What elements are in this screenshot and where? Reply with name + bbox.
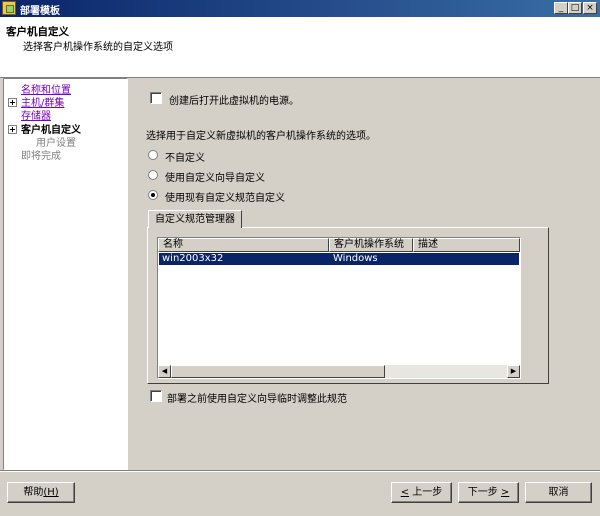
column-header-description[interactable]: 描述: [413, 238, 520, 252]
radio-no-customize[interactable]: [148, 150, 158, 160]
radio-existing-spec[interactable]: [148, 190, 158, 200]
help-button[interactable]: 帮助(H): [7, 482, 75, 503]
wizard-header: 客户机自定义 选择客户机操作系统的自定义选项: [0, 17, 600, 78]
help-label: 帮助: [23, 487, 44, 498]
spec-manager-panel: 名称 客户机操作系统 描述 win2003x32 Windows ◀ ▶: [147, 227, 549, 384]
radio-wizard-customize[interactable]: [148, 170, 158, 180]
power-on-checkbox[interactable]: [150, 92, 162, 104]
maximize-button[interactable]: □: [568, 2, 582, 14]
title-bar[interactable]: 部署模板 _ □ ×: [0, 0, 600, 17]
scroll-left-icon[interactable]: ◀: [158, 365, 171, 378]
main-content: 创建后打开此虚拟机的电源。 选择用于自定义新虚拟机的客户机操作系统的选项。 不自…: [131, 78, 597, 470]
back-label: 上一步: [412, 487, 443, 498]
deploy-template-window: 部署模板 _ □ × 客户机自定义 选择客户机操作系统的自定义选项 名称和位置 …: [0, 0, 600, 515]
next-label: 下一步: [467, 487, 498, 498]
adjust-spec-checkbox[interactable]: [150, 390, 162, 402]
column-header-guest-os[interactable]: 客户机操作系统: [329, 238, 413, 252]
close-button[interactable]: ×: [583, 2, 597, 14]
back-button[interactable]: < 上一步: [391, 482, 452, 503]
horizontal-scrollbar[interactable]: ◀ ▶: [158, 365, 520, 378]
expand-plus-icon[interactable]: [8, 98, 17, 107]
scroll-right-icon[interactable]: ▶: [507, 365, 520, 378]
cancel-button[interactable]: 取消: [525, 482, 592, 503]
radio-label-wizard-customize[interactable]: 使用自定义向导自定义: [165, 169, 265, 184]
table-row[interactable]: win2003x32 Windows: [159, 253, 519, 265]
template-icon: [2, 1, 16, 15]
back-key: <: [400, 487, 410, 498]
scroll-thumb[interactable]: [171, 365, 385, 378]
row-name-cell: win2003x32: [162, 253, 224, 264]
page-title: 客户机自定义: [6, 26, 69, 38]
next-key: >: [500, 487, 510, 498]
nav-item-storage[interactable]: 存储器: [21, 107, 51, 122]
next-button[interactable]: 下一步 >: [458, 482, 519, 503]
page-subtitle: 选择客户机操作系统的自定义选项: [23, 42, 173, 53]
row-os-cell: Windows: [333, 253, 378, 264]
help-key: (H): [43, 487, 59, 498]
power-on-label: 创建后打开此虚拟机的电源。: [169, 96, 299, 107]
column-header-name[interactable]: 名称: [158, 238, 329, 252]
nav-item-ready-to-complete: 即将完成: [21, 151, 61, 162]
collapse-minus-icon[interactable]: [8, 125, 17, 134]
radio-label-existing-spec[interactable]: 使用现有自定义规范自定义: [165, 189, 285, 204]
footer-bar: 帮助(H) < 上一步 下一步 > 取消: [0, 470, 600, 516]
radio-label-no-customize[interactable]: 不自定义: [165, 149, 205, 164]
wizard-steps-nav: 名称和位置 主机/群集 存储器 客户机自定义 用户设置 即将完成: [3, 78, 128, 470]
window-title: 部署模板: [20, 6, 60, 17]
adjust-spec-label: 部署之前使用自定义向导临时调整此规范: [167, 394, 347, 405]
tab-spec-manager[interactable]: 自定义规范管理器: [148, 210, 242, 228]
minimize-button[interactable]: _: [554, 2, 568, 14]
customization-prompt: 选择用于自定义新虚拟机的客户机操作系统的选项。: [146, 131, 376, 142]
spec-list[interactable]: 名称 客户机操作系统 描述 win2003x32 Windows ◀ ▶: [157, 237, 521, 379]
